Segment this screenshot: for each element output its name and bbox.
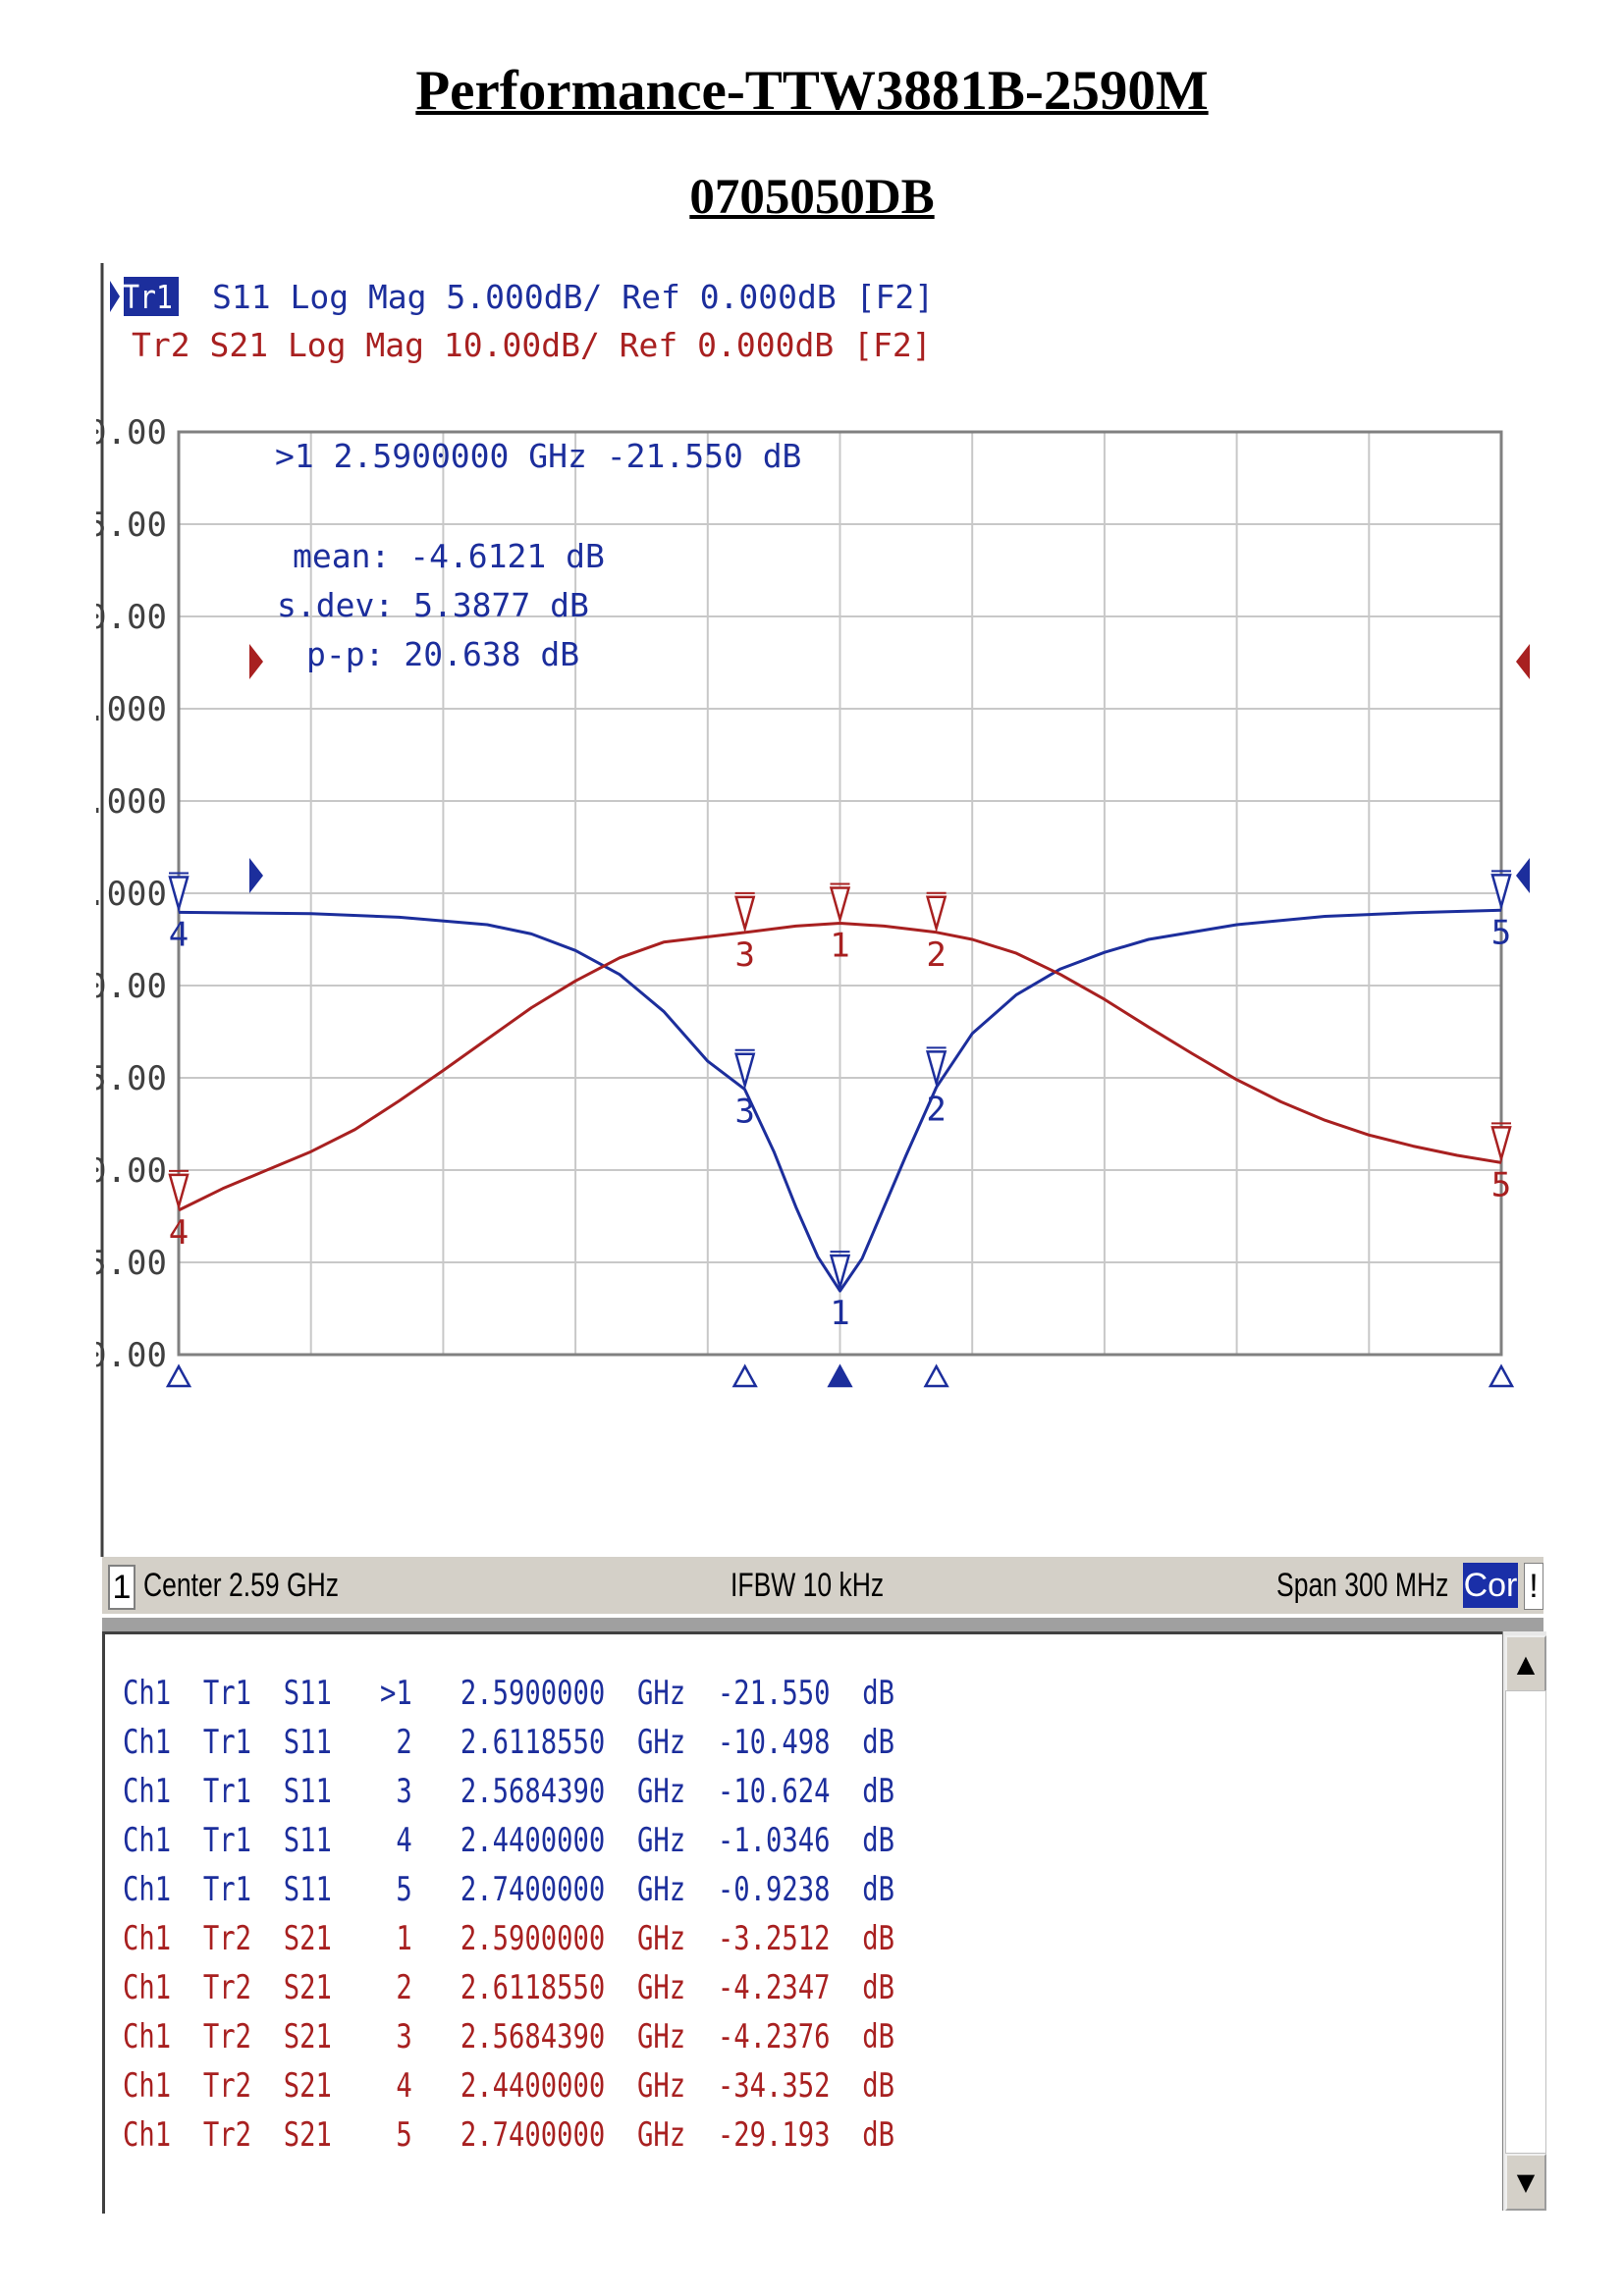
y-tick-label: -5.000 xyxy=(96,875,167,914)
marker-label: 5 xyxy=(1491,913,1511,952)
scroll-down-button[interactable]: ▼ xyxy=(1505,2154,1546,2211)
y-tick-label: 5.000 xyxy=(96,690,167,729)
scroll-thumb[interactable] xyxy=(1505,1690,1546,2154)
y-tick-label: -15.00 xyxy=(96,1059,167,1098)
marker-table-row[interactable]: Ch1 Tr2 S21 4 2.4400000 GHz -34.352 dB xyxy=(123,2066,894,2115)
chart-area: Tr1 S11 Log Mag 5.000dB/ Ref 0.000dB [F2… xyxy=(96,263,1551,1557)
marker-table-row[interactable]: Ch1 Tr2 S21 5 2.7400000 GHz -29.193 dB xyxy=(123,2115,894,2164)
channel-indicator[interactable]: 1 xyxy=(108,1565,135,1610)
scroll-up-button[interactable]: ▲ xyxy=(1505,1635,1546,1692)
status-bar: 1 Center 2.59 GHz IFBW 10 kHz Span 300 M… xyxy=(102,1557,1543,1614)
marker-table-row[interactable]: Ch1 Tr1 S11 4 2.4400000 GHz -1.0346 dB xyxy=(123,1821,894,1870)
span[interactable]: Span 300 MHz xyxy=(1276,1567,1448,1605)
marker-table-row[interactable]: Ch1 Tr2 S21 3 2.5684390 GHz -4.2376 dB xyxy=(123,2017,894,2066)
y-tick-label: -25.00 xyxy=(96,1244,167,1283)
marker-label: 1 xyxy=(830,927,849,966)
marker-label: 1 xyxy=(830,1294,849,1333)
y-tick-label: -20.00 xyxy=(96,1151,167,1191)
y-tick-label: 20.00 xyxy=(96,413,167,453)
center-frequency[interactable]: Center 2.59 GHz xyxy=(143,1567,339,1605)
marker-label: 4 xyxy=(169,915,189,954)
y-tick-label: 10.00 xyxy=(96,598,167,637)
marker-table-row[interactable]: Ch1 Tr1 S11 5 2.7400000 GHz -0.9238 dB xyxy=(123,1870,894,1919)
stat-pp: p-p: 20.638 dB xyxy=(306,635,579,673)
marker-label: 5 xyxy=(1491,1165,1511,1204)
marker-label: 3 xyxy=(734,935,754,975)
document-title: Performance-TTW3881B-2590M xyxy=(415,60,1209,122)
active-marker-readout: >1 2.5900000 GHz -21.550 dB xyxy=(275,437,801,475)
y-tick-label: 0.000 xyxy=(96,782,167,822)
marker-table-row[interactable]: Ch1 Tr1 S11 2 2.6118550 GHz -10.498 dB xyxy=(123,1723,894,1772)
correction-badge[interactable]: Cor xyxy=(1463,1563,1518,1608)
y-tick-label: 15.00 xyxy=(96,506,167,545)
ifbw[interactable]: IFBW 10 kHz xyxy=(731,1567,884,1605)
marker-label: 2 xyxy=(926,1090,946,1129)
y-tick-label: -30.00 xyxy=(96,1336,167,1375)
stat-mean: mean: -4.6121 dB xyxy=(293,537,605,575)
marker-table-scrollbar[interactable]: ▲ ▼ xyxy=(1502,1631,1546,2211)
tr1-tag[interactable]: Tr1 xyxy=(123,280,173,317)
warning-indicator[interactable]: ! xyxy=(1524,1563,1543,1610)
y-tick-label: -10.00 xyxy=(96,967,167,1006)
network-analyzer-screen: Tr1 S11 Log Mag 5.000dB/ Ref 0.000dB [F2… xyxy=(96,263,1551,2214)
marker-label: 4 xyxy=(169,1213,189,1253)
marker-table-row[interactable]: Ch1 Tr1 S11 >1 2.5900000 GHz -21.550 dB xyxy=(123,1674,894,1723)
document-subtitle: 0705050DB xyxy=(689,170,935,225)
marker-table-row[interactable]: Ch1 Tr1 S11 3 2.5684390 GHz -10.624 dB xyxy=(123,1772,894,1821)
marker-table-row[interactable]: Ch1 Tr2 S21 2 2.6118550 GHz -4.2347 dB xyxy=(123,1968,894,2017)
marker-label: 2 xyxy=(926,935,946,975)
tr1-header: S11 Log Mag 5.000dB/ Ref 0.000dB [F2] xyxy=(212,278,934,316)
marker-table: Ch1 Tr1 S11 >1 2.5900000 GHz -21.550 dB C… xyxy=(102,1631,1503,2214)
panel-separator[interactable] xyxy=(102,1618,1543,1631)
marker-label: 3 xyxy=(734,1093,754,1132)
stat-sdev: s.dev: 5.3877 dB xyxy=(277,586,589,624)
tr2-header: Tr2 S21 Log Mag 10.00dB/ Ref 0.000dB [F2… xyxy=(132,326,932,364)
marker-table-row[interactable]: Ch1 Tr2 S21 1 2.5900000 GHz -3.2512 dB xyxy=(123,1919,894,1968)
